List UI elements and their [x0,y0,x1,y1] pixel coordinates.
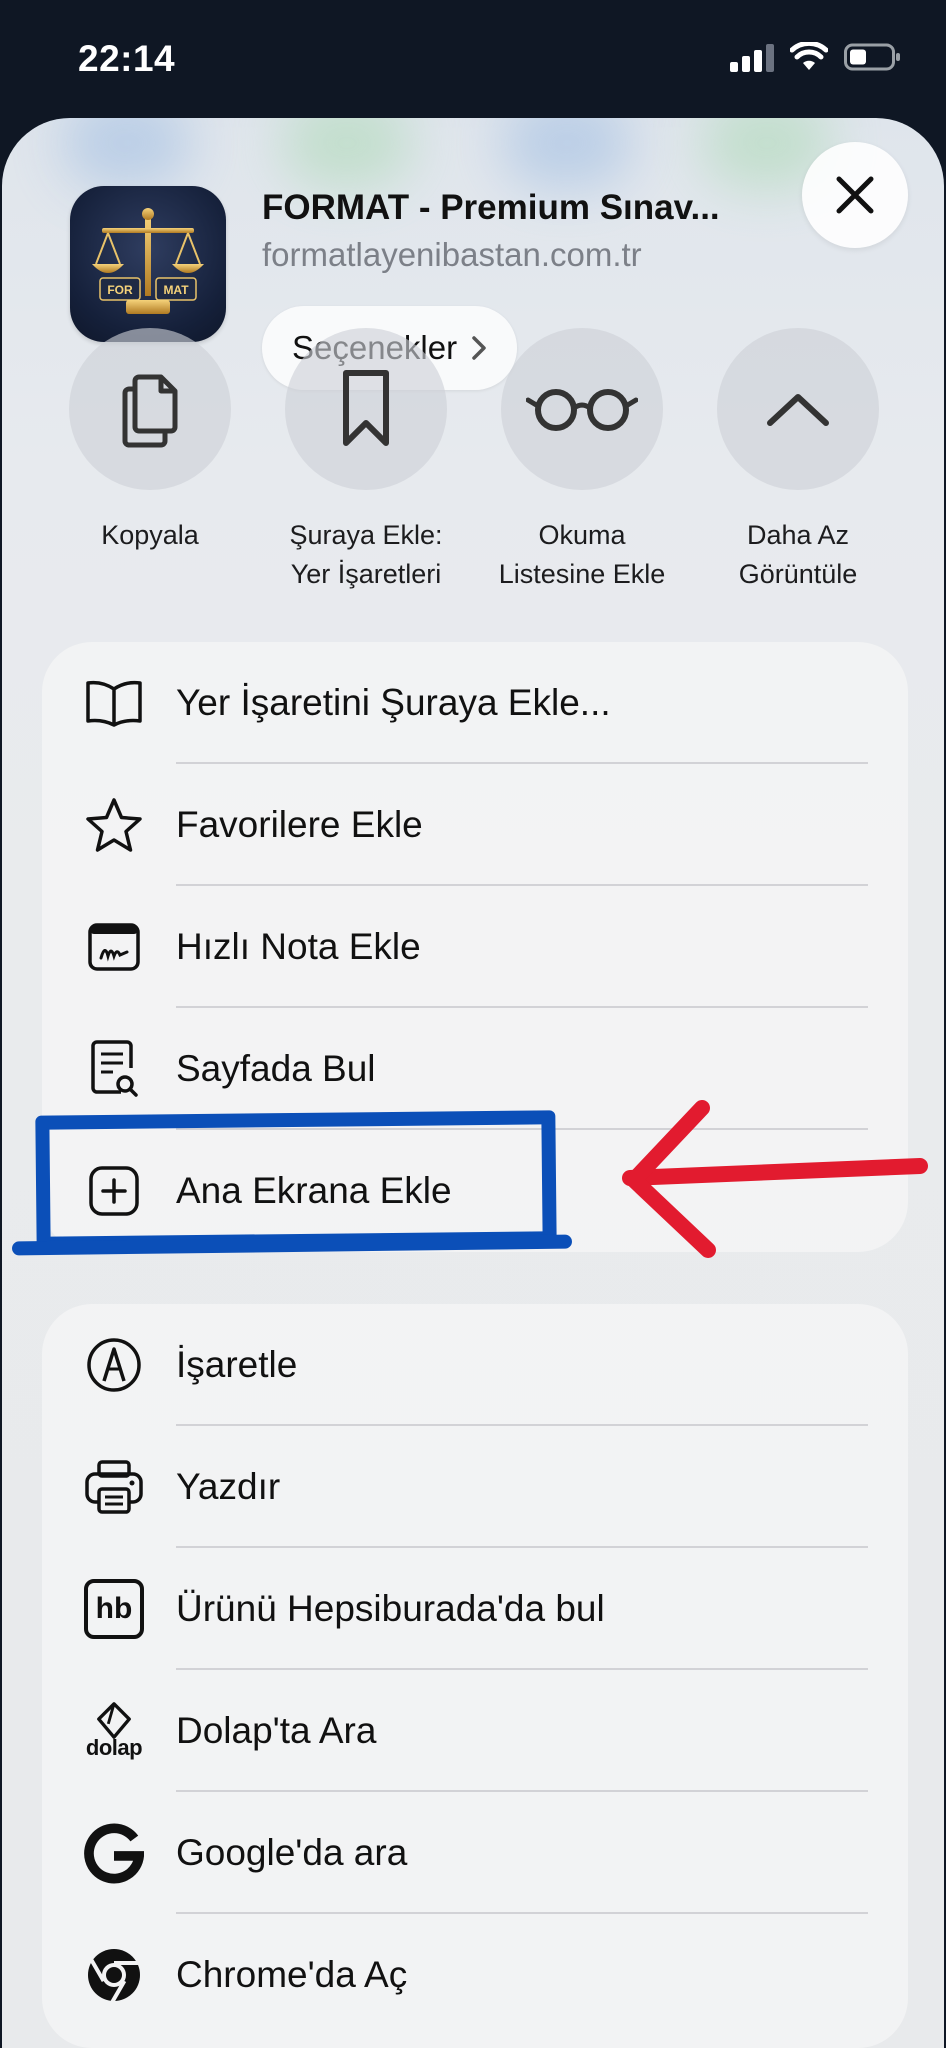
svg-text:MAT: MAT [163,283,189,297]
status-icons [730,42,902,72]
chevron-up-icon [767,394,829,426]
battery-icon [844,43,900,71]
action-reading-list-label: Okuma Listesine Ekle [498,520,666,589]
site-app-icon: FOR MAT [70,186,226,342]
menu-item-markup[interactable]: İşaretle [42,1304,908,1426]
wifi-icon [790,42,828,70]
printer-icon [84,1457,144,1517]
hepsiburada-icon-text: hb [84,1579,144,1639]
menu-item-add-bookmark-to[interactable]: Yer İşaretini Şuraya Ekle... [42,642,908,764]
site-title: FORMAT - Premium Sınav... [262,188,720,227]
quick-note-icon [84,917,144,977]
markup-icon [84,1335,144,1395]
bookmark-icon [343,370,389,446]
action-add-bookmark[interactable]: Şuraya Ekle: Yer İşaretleri [256,328,476,594]
menu-item-add-favorites[interactable]: Favorilere Ekle [42,764,908,886]
menu-item-print[interactable]: Yazdır [42,1426,908,1548]
menu-item-label: Hızlı Nota Ekle [176,926,421,967]
find-in-page-icon [84,1039,144,1099]
menu-group-2: İşaretle Yazdır hb Ürünü Hepsiburada'da … [42,1304,908,2048]
menu-item-open-in-chrome[interactable]: Chrome'da Aç [42,1914,908,2036]
action-show-less-label: Daha Az Görüntüle [738,520,858,589]
share-sheet: FOR MAT FORMAT - Premium Sınav... format… [2,118,944,2048]
scales-of-justice-icon: FOR MAT [92,208,204,314]
action-copy[interactable]: Kopyala [40,328,260,555]
menu-item-label: Ürünü Hepsiburada'da bul [176,1588,605,1629]
menu-item-quick-note[interactable]: Hızlı Nota Ekle [42,886,908,1008]
action-copy-circle [69,328,231,490]
menu-item-label: İşaretle [176,1344,298,1385]
menu-item-label: Favorilere Ekle [176,804,423,845]
action-reading-list[interactable]: Okuma Listesine Ekle [472,328,692,594]
menu-item-hepsiburada[interactable]: hb Ürünü Hepsiburada'da bul [42,1548,908,1670]
book-icon [84,673,144,733]
menu-item-dolap[interactable]: dolap Dolap'ta Ara [42,1670,908,1792]
close-icon [836,176,874,214]
cellular-signal-icon [730,42,774,72]
menu-item-label: Yazdır [176,1466,281,1507]
site-url: formatlayenibastan.com.tr [262,236,642,273]
menu-item-label: Chrome'da Aç [176,1954,408,1995]
status-time: 22:14 [78,38,176,79]
svg-text:FOR: FOR [107,283,133,297]
dolap-icon: dolap [84,1701,144,1761]
red-arrow-annotation [622,1100,928,1258]
quick-actions-row: Kopyala Şuraya Ekle: Yer İşaretleri Okum… [2,328,944,589]
action-copy-label: Kopyala [101,520,199,550]
action-show-less-circle [717,328,879,490]
menu-item-label: Yer İşaretini Şuraya Ekle... [176,682,611,723]
glasses-icon [526,389,638,431]
action-add-bookmark-label: Şuraya Ekle: Yer İşaretleri [289,520,443,589]
close-button[interactable] [802,142,908,248]
hepsiburada-icon: hb [84,1579,144,1639]
google-icon [84,1823,144,1884]
action-add-bookmark-circle [285,328,447,490]
menu-item-label: Sayfada Bul [176,1048,376,1089]
menu-item-google-search[interactable]: Google'da ara [42,1792,908,1914]
action-reading-list-circle [501,328,663,490]
menu-item-label: Dolap'ta Ara [176,1710,377,1751]
star-icon [84,795,144,855]
highlight-box-annotation [35,1110,557,1251]
status-bar: 22:14 [0,0,946,120]
dolap-icon-text: dolap [85,1735,143,1760]
menu-item-label: Google'da ara [176,1832,408,1873]
copy-icon [122,374,178,448]
chrome-icon [84,1945,144,2005]
action-show-less[interactable]: Daha Az Görüntüle [688,328,908,594]
